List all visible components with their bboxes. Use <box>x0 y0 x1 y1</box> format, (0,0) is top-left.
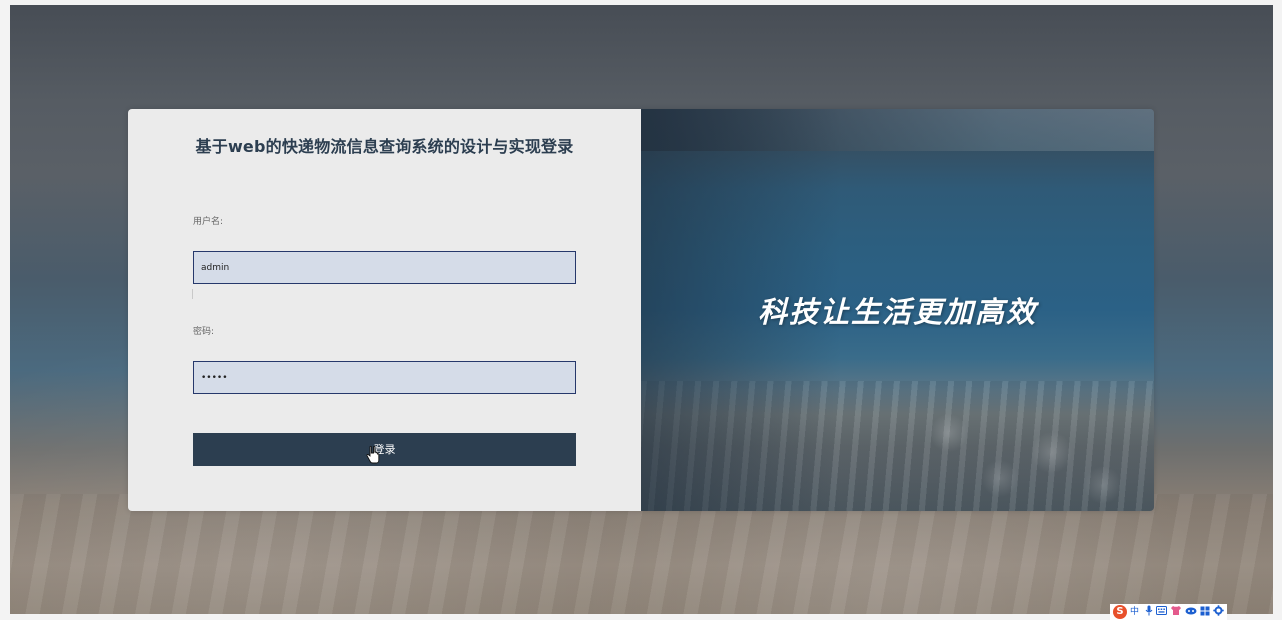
username-label: 用户名: <box>193 217 224 227</box>
keyboard-icon[interactable] <box>1156 606 1168 618</box>
shirt-icon[interactable] <box>1170 605 1182 619</box>
gear-icon[interactable] <box>1213 605 1224 619</box>
hand-cursor-icon <box>366 446 380 464</box>
banner-image-panel: 科技让生活更加高效 <box>641 109 1154 511</box>
banner-slogan: 科技让生活更加高效 <box>757 295 1037 329</box>
login-card: 基于web的快递物流信息查询系统的设计与实现登录 用户名: 密码: 登录 科技让… <box>128 109 1154 511</box>
grid-icon[interactable] <box>1200 606 1210 619</box>
mic-icon[interactable] <box>1145 605 1153 619</box>
login-form-panel: 基于web的快递物流信息查询系统的设计与实现登录 用户名: 密码: 登录 <box>128 109 641 511</box>
cloud-icon[interactable] <box>1185 606 1197 618</box>
ime-logo-icon[interactable]: S <box>1113 605 1127 619</box>
login-button[interactable]: 登录 <box>193 433 576 466</box>
password-input[interactable] <box>193 361 576 394</box>
ime-toolbar[interactable]: S 中 ·, <box>1110 604 1228 620</box>
caret-marker <box>192 289 193 299</box>
password-label: 密码: <box>193 327 215 337</box>
username-input[interactable] <box>193 251 576 284</box>
ime-mode-toggle[interactable]: 中 <box>1130 605 1139 619</box>
login-title: 基于web的快递物流信息查询系统的设计与实现登录 <box>195 137 574 156</box>
